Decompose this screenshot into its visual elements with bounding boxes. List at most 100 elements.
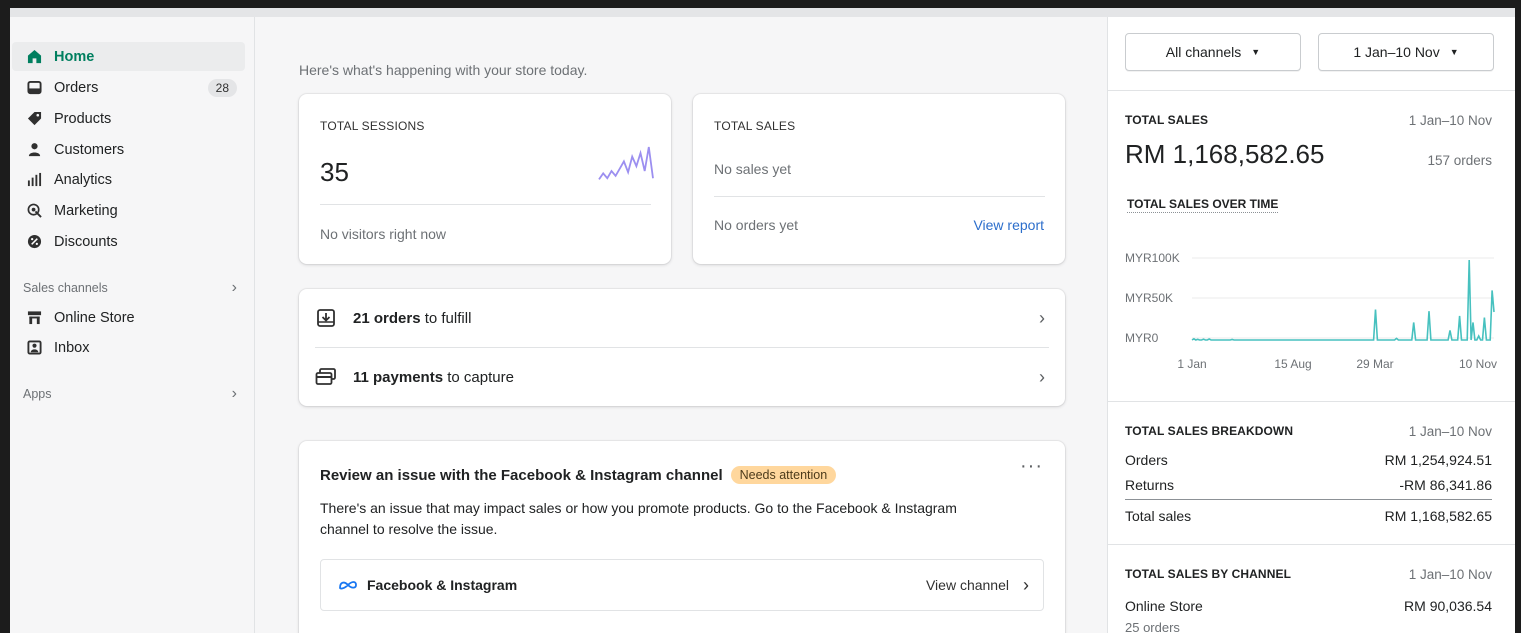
meta-logo-icon [339,580,357,590]
sidebar-item-discounts[interactable]: Discounts [12,227,245,256]
channel-row-online-store[interactable]: Online Store RM 90,036.54 [1125,598,1492,614]
y-tick-label: MYR100K [1125,251,1180,265]
payments-count: 11 payments [353,368,444,386]
divider [714,196,1045,197]
sidebar-item-label: Online Store [54,309,135,326]
person-icon [26,142,42,158]
x-tick-label: 1 Jan [1177,357,1206,371]
total-sales-heading: TOTAL SALES [1125,113,1209,127]
no-orders-text: No orders yet [714,217,799,233]
sessions-sparkline [598,146,654,180]
sales-by-channel-section: TOTAL SALES BY CHANNEL 1 Jan–10 Nov Onli… [1108,544,1515,633]
bar-chart-icon [26,172,42,188]
sidebar-item-label: Products [54,110,112,127]
sales-channels-header[interactable]: Sales channels › [23,279,237,297]
apps-label: Apps [23,387,52,401]
orders-icon [26,80,42,96]
sidebar-item-label: Home [54,48,95,65]
caret-down-icon: ▼ [1251,47,1261,57]
x-tick-label: 29 Mar [1356,357,1393,371]
divider [1125,499,1492,500]
channel-value: RM 90,036.54 [1404,598,1492,614]
divider [320,204,651,205]
total-sales-date: 1 Jan–10 Nov [1408,113,1492,128]
breakdown-heading: TOTAL SALES BREAKDOWN [1125,424,1294,438]
channel-select-value: All channels [1165,44,1242,60]
total-sessions-label: TOTAL SESSIONS [320,119,425,133]
total-orders-count: 157 orders [1427,153,1492,168]
breakdown-date: 1 Jan–10 Nov [1408,424,1492,439]
payments-to-capture-row[interactable]: 11 payments to capture › [315,348,1049,406]
app-frame: Home Orders 28 Products Customers Analyt… [10,8,1515,633]
issue-title-row: Review an issue with the Facebook & Inst… [320,466,837,484]
orders-count-badge: 28 [207,78,237,97]
breakdown-value: RM 1,254,924.51 [1384,452,1492,468]
sales-over-time-chart: MYR0 MYR50K MYR100K 1 Jan 15 Aug 29 Mar 10 Nov [1125,251,1497,371]
channel-name: Online Store [1125,598,1203,614]
facebook-issue-card: Review an issue with the Facebook & Inst… [299,441,1065,633]
main-content: Here's what's happening with your store … [256,17,1107,633]
tasks-card: 21 orders to fulfill › 11 payments to ca… [299,289,1065,406]
chevron-right-icon: › [1039,307,1045,328]
sidebar-item-label: Customers [54,141,125,158]
sidebar-item-orders[interactable]: Orders 28 [12,73,245,102]
sidebar-item-label: Marketing [54,202,118,219]
sidebar-item-inbox[interactable]: Inbox [12,333,245,362]
chevron-right-icon: › [1023,574,1029,595]
right-panel: All channels ▼ 1 Jan–10 Nov ▼ TOTAL SALE… [1107,17,1515,633]
total-sessions-card[interactable]: TOTAL SESSIONS 35 No visitors right now [299,94,671,264]
store-icon [26,310,42,326]
issue-description: There's an issue that may impact sales o… [320,500,957,537]
caret-down-icon: ▼ [1449,47,1459,57]
breakdown-name: Orders [1125,452,1168,468]
sidebar-item-marketing[interactable]: Marketing [12,196,245,225]
orders-task-text: to fulfill [420,309,472,327]
breakdown-row-orders: Orders RM 1,254,924.51 [1125,452,1492,468]
discount-icon [26,234,42,250]
sales-over-time-label[interactable]: TOTAL SALES OVER TIME [1127,197,1279,213]
chevron-right-icon: › [231,385,237,402]
more-actions-icon[interactable]: ··· [1020,455,1043,478]
sales-series-line [1191,259,1495,341]
chevron-right-icon: › [1039,366,1045,387]
apps-header[interactable]: Apps › [23,385,237,403]
y-tick-label: MYR50K [1125,291,1173,305]
total-sales-card[interactable]: TOTAL SALES No sales yet No orders yet V… [693,94,1065,264]
sidebar-item-products[interactable]: Products [12,104,245,133]
breakdown-value: -RM 86,341.86 [1399,477,1492,493]
needs-attention-badge: Needs attention [730,466,837,484]
sales-channels-label: Sales channels [23,281,108,295]
y-tick-label: MYR0 [1125,331,1159,345]
sidebar-item-online-store[interactable]: Online Store [12,303,245,332]
view-channel-link[interactable]: View channel [926,577,1009,593]
orders-count: 21 orders [353,309,421,327]
channel-orders-count: 25 orders [1125,620,1180,633]
sales-breakdown-section: TOTAL SALES BREAKDOWN 1 Jan–10 Nov Order… [1108,401,1515,544]
sidebar-item-customers[interactable]: Customers [12,135,245,164]
date-range-select[interactable]: 1 Jan–10 Nov ▼ [1318,33,1494,71]
date-range-value: 1 Jan–10 Nov [1353,44,1440,60]
sidebar-item-label: Discounts [54,233,118,250]
sidebar-item-analytics[interactable]: Analytics [12,165,245,194]
by-channel-date: 1 Jan–10 Nov [1408,567,1492,582]
facebook-channel-name: Facebook & Instagram [367,577,518,593]
total-sales-section: TOTAL SALES 1 Jan–10 Nov RM 1,168,582.65… [1108,90,1515,401]
download-box-icon [315,307,337,329]
facebook-channel-row[interactable]: Facebook & Instagram View channel › [320,559,1044,611]
sessions-sparkline-line [598,146,654,180]
breakdown-row-total: Total sales RM 1,168,582.65 [1125,508,1492,524]
sidebar-item-home[interactable]: Home [12,42,245,71]
no-visitors-text: No visitors right now [320,226,447,242]
sidebar-item-label: Inbox [54,339,90,356]
channel-select[interactable]: All channels ▼ [1125,33,1301,71]
inbox-icon [26,340,42,356]
x-tick-label: 10 Nov [1459,357,1497,371]
view-report-link[interactable]: View report [973,217,1044,233]
sidebar-item-label: Orders [54,79,99,96]
orders-to-fulfill-row[interactable]: 21 orders to fulfill › [315,289,1049,347]
breakdown-row-returns: Returns -RM 86,341.86 [1125,477,1492,493]
no-sales-text: No sales yet [714,161,792,177]
sidebar: Home Orders 28 Products Customers Analyt… [10,17,255,633]
home-icon [26,49,42,65]
window-edge [1515,0,1521,633]
